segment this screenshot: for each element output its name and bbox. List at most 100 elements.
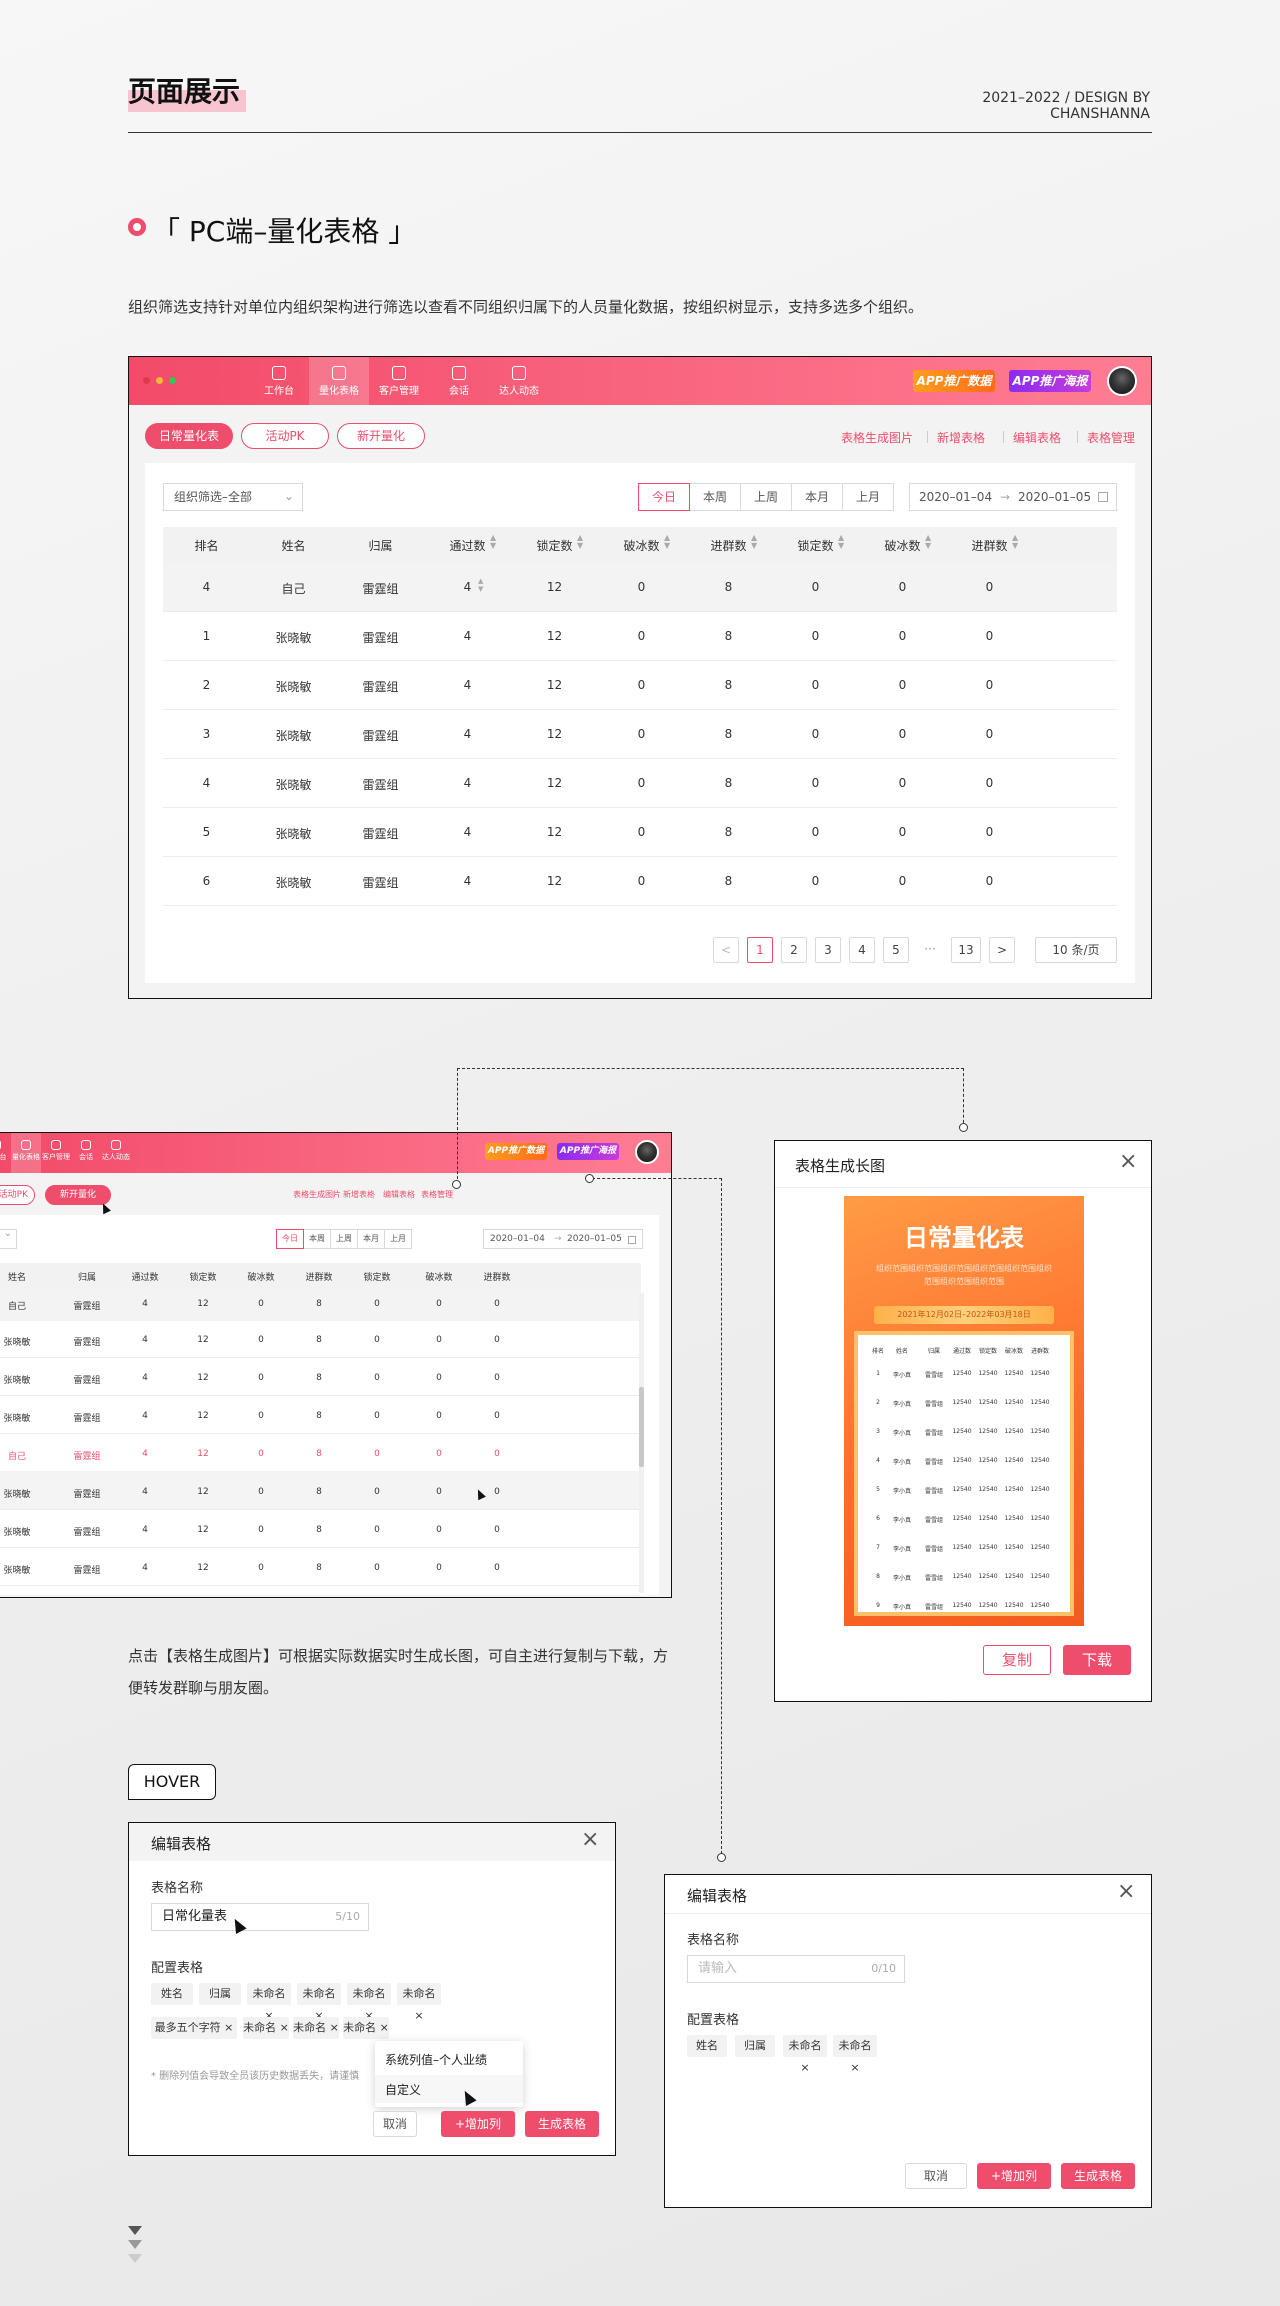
period-4[interactable]: 上月: [384, 1229, 412, 1249]
column-tag[interactable]: 未命名 ×: [833, 2035, 877, 2074]
column-tag[interactable]: 姓名: [151, 1983, 193, 2005]
org-filter-select[interactable]: ⌄: [0, 1228, 17, 1249]
nav-item-2[interactable]: 客户管理: [41, 1133, 71, 1173]
nav-item-1[interactable]: 量化表格: [309, 357, 369, 405]
column-tag[interactable]: 未命名 ×: [297, 1983, 341, 2022]
column-tag[interactable]: 归属: [735, 2035, 775, 2057]
nav-item-0[interactable]: 工作台: [249, 357, 309, 405]
column-header[interactable]: 锁定数: [772, 537, 859, 554]
last-page-button[interactable]: 13: [951, 937, 981, 963]
tab-activity-pk[interactable]: 活动PK: [0, 1185, 35, 1205]
column-tag[interactable]: 未命名 ×: [247, 1983, 291, 2022]
date-range-picker[interactable]: 2020–01–04 → 2020–01–05: [483, 1229, 643, 1249]
nav-item-1[interactable]: 量化表格: [11, 1133, 41, 1173]
download-button[interactable]: 下载: [1063, 1645, 1131, 1675]
app-promo-poster-chip[interactable]: APP推广海报: [557, 1143, 619, 1160]
period-4[interactable]: 上月: [842, 483, 894, 511]
menu-item-custom[interactable]: 自定义: [385, 2081, 421, 2098]
column-header[interactable]: 通过数: [424, 537, 511, 554]
date-range-picker[interactable]: 2020–01–04 → 2020–01–05: [909, 483, 1117, 511]
org-filter-select[interactable]: 组织筛选–全部 ⌄: [163, 483, 303, 511]
column-header[interactable]: 破冰数: [859, 537, 946, 554]
action-link-3[interactable]: 表格管理: [1087, 429, 1135, 446]
period-2[interactable]: 上周: [740, 483, 792, 511]
period-0[interactable]: 今日: [276, 1229, 304, 1249]
column-tag[interactable]: 姓名: [687, 2035, 727, 2057]
column-tag[interactable]: 未命名 ×: [783, 2035, 827, 2074]
generate-table-button[interactable]: 生成表格: [525, 2111, 599, 2137]
nav-item-2[interactable]: 客户管理: [369, 357, 429, 405]
nav-item-4[interactable]: 达人动态: [101, 1133, 131, 1173]
column-header[interactable]: 进群数: [291, 1270, 347, 1283]
avatar[interactable]: [635, 1140, 659, 1164]
action-link-3[interactable]: 表格管理: [421, 1189, 453, 1200]
column-header[interactable]: 锁定数: [349, 1270, 405, 1283]
action-link-1[interactable]: 新增表格: [343, 1189, 375, 1200]
close-icon[interactable]: ×: [1119, 1149, 1137, 1174]
tab-new[interactable]: 新开量化: [45, 1185, 111, 1205]
window-dot-red[interactable]: [143, 377, 150, 384]
stepper-icon[interactable]: ▲ ▼: [478, 577, 483, 593]
avatar[interactable]: [1107, 366, 1137, 396]
action-link-1[interactable]: 新增表格: [937, 429, 985, 446]
period-0[interactable]: 今日: [638, 483, 690, 511]
period-3[interactable]: 本月: [791, 483, 843, 511]
page-button[interactable]: 3: [815, 937, 841, 963]
sort-icon[interactable]: ▲ ▼: [664, 534, 670, 550]
page-button[interactable]: 4: [849, 937, 875, 963]
column-header[interactable]: 破冰数: [411, 1270, 467, 1283]
action-link-0[interactable]: 表格生成图片: [841, 429, 913, 446]
nav-item-4[interactable]: 达人动态: [489, 357, 549, 405]
column-tag[interactable]: 最多五个字符 ×: [151, 2017, 237, 2039]
sort-icon[interactable]: ▲ ▼: [751, 534, 757, 550]
column-header[interactable]: 通过数: [117, 1270, 173, 1283]
nav-item-3[interactable]: 会话: [71, 1133, 101, 1173]
column-header[interactable]: 锁定数: [175, 1270, 231, 1283]
tab-activity-pk[interactable]: 活动PK: [241, 423, 329, 449]
column-tag[interactable]: 归属: [199, 1983, 241, 2005]
app-promo-data-chip[interactable]: APP推广数据: [485, 1143, 547, 1160]
page-button[interactable]: 2: [781, 937, 807, 963]
nav-item-0[interactable]: 工作台: [0, 1133, 11, 1173]
cancel-button[interactable]: 取消: [373, 2111, 417, 2137]
column-tag[interactable]: 未命名 ×: [347, 1983, 391, 2022]
period-1[interactable]: 本周: [689, 483, 741, 511]
window-dot-green[interactable]: [169, 377, 176, 384]
period-1[interactable]: 本周: [303, 1229, 331, 1249]
column-tag[interactable]: 未命名 ×: [243, 2017, 289, 2039]
add-column-button[interactable]: +增加列: [441, 2111, 515, 2137]
page-button[interactable]: 1: [747, 937, 773, 963]
menu-item-system[interactable]: 系统列值–个人业绩: [385, 2051, 487, 2068]
generate-table-button[interactable]: 生成表格: [1061, 2163, 1135, 2189]
page-size-select[interactable]: 10 条/页: [1035, 937, 1117, 963]
column-header[interactable]: 进群数: [946, 537, 1033, 554]
next-page-button[interactable]: >: [989, 937, 1015, 963]
add-column-button[interactable]: +增加列: [977, 2163, 1051, 2189]
column-header[interactable]: 破冰数: [598, 537, 685, 554]
column-tag[interactable]: 未命名 ×: [293, 2017, 339, 2039]
tab-new[interactable]: 新开量化: [337, 423, 425, 449]
cancel-button[interactable]: 取消: [905, 2163, 967, 2189]
sort-icon[interactable]: ▲ ▼: [1012, 534, 1018, 550]
scrollbar-thumb[interactable]: [639, 1387, 644, 1467]
prev-page-button[interactable]: <: [713, 937, 739, 963]
sort-icon[interactable]: ▲ ▼: [925, 534, 931, 550]
close-icon[interactable]: ×: [1117, 1879, 1135, 1904]
sort-icon[interactable]: ▲ ▼: [490, 534, 496, 550]
action-link-2[interactable]: 编辑表格: [1013, 429, 1061, 446]
sort-icon[interactable]: ▲ ▼: [577, 534, 583, 550]
table-name-input[interactable]: 日常化量表 5/10: [151, 1903, 369, 1931]
column-header[interactable]: 进群数: [685, 537, 772, 554]
column-header[interactable]: 锁定数: [511, 537, 598, 554]
period-3[interactable]: 本月: [357, 1229, 385, 1249]
period-2[interactable]: 上周: [330, 1229, 358, 1249]
copy-button[interactable]: 复制: [983, 1645, 1051, 1675]
sort-icon[interactable]: ▲ ▼: [838, 534, 844, 550]
window-dot-yellow[interactable]: [156, 377, 163, 384]
column-tag[interactable]: 未命名 ×: [397, 1983, 441, 2022]
column-tag[interactable]: 未命名 ×: [343, 2017, 389, 2039]
column-header[interactable]: 破冰数: [233, 1270, 289, 1283]
app-promo-poster-chip[interactable]: APP推广海报: [1009, 370, 1091, 392]
page-button[interactable]: 5: [883, 937, 909, 963]
close-icon[interactable]: ×: [581, 1827, 599, 1852]
